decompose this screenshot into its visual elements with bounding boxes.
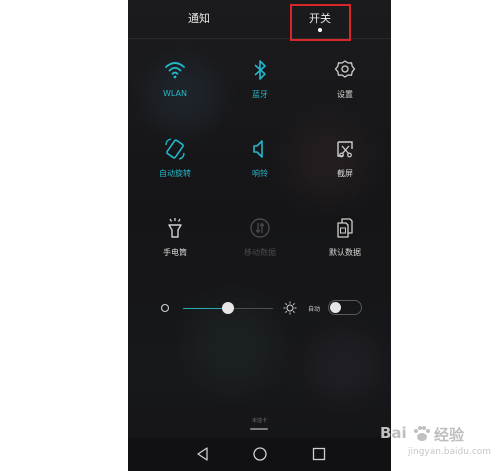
background-blur [308, 330, 378, 400]
toggle-label: 蓝牙 [252, 90, 268, 99]
mobile-data-icon [250, 218, 270, 238]
toggle-label: 手电筒 [163, 248, 187, 257]
rotate-icon [165, 138, 185, 160]
toggle-ringer[interactable]: 响铃 [220, 137, 300, 201]
auto-brightness-label: 自动 [308, 306, 321, 313]
toggle-default-data[interactable]: 默认数据 [305, 216, 385, 280]
toggle-bluetooth[interactable]: 蓝牙 [220, 58, 300, 122]
toggle-label: 设置 [337, 90, 353, 99]
watermark-subtitle: 经验 [434, 426, 465, 444]
watermark-url: jingyan.baidu.com [408, 447, 492, 457]
toggle-screenshot[interactable]: 截屏 [305, 137, 385, 201]
back-icon[interactable] [195, 446, 211, 462]
watermark-logo-text: Bai [380, 424, 407, 442]
tab-notifications[interactable]: 通知 [169, 10, 229, 26]
paw-icon [414, 426, 430, 441]
gear-icon [334, 60, 356, 78]
brightness-high-icon [283, 301, 297, 315]
toggle-settings[interactable]: 设置 [305, 58, 385, 122]
flashlight-icon [168, 218, 182, 238]
toggle-label: 响铃 [252, 169, 268, 178]
toggle-label: 截屏 [337, 169, 353, 178]
brightness-slider-thumb[interactable] [222, 302, 234, 314]
auto-brightness-toggle[interactable] [328, 300, 362, 315]
toggle-label: WLAN [162, 89, 187, 98]
brightness-row: 自动 [128, 296, 391, 322]
phone-screen: 通知 开关 WLAN 蓝牙 设置 自动旋转 响铃 截屏 手电筒 移动数据 默认数… [128, 0, 391, 471]
recent-apps-icon[interactable] [311, 446, 327, 462]
toggle-mobile-data[interactable]: 移动数据 [220, 216, 300, 280]
screenshot-icon [337, 141, 353, 158]
toggle-flashlight[interactable]: 手电筒 [135, 216, 215, 280]
bluetooth-icon [254, 60, 266, 80]
baidu-watermark: Bai 经验 jingyan.baidu.com [372, 420, 500, 471]
quick-settings-tabbar: 通知 开关 [128, 0, 391, 41]
toggle-label: 默认数据 [329, 248, 361, 257]
brightness-low-icon [160, 303, 170, 313]
home-icon[interactable] [252, 446, 268, 462]
brightness-track-empty [228, 308, 273, 309]
wifi-icon [165, 62, 185, 79]
navigation-bar [128, 437, 391, 471]
sim-icon [337, 218, 353, 238]
speaker-icon [253, 140, 263, 158]
drag-handle[interactable] [250, 428, 268, 430]
toggle-wlan[interactable]: WLAN [135, 58, 215, 122]
annotation-highlight-box [290, 4, 351, 41]
sim-status-text: 未插卡 [251, 418, 267, 424]
toggle-label: 自动旋转 [159, 169, 191, 178]
toggle-label: 移动数据 [244, 248, 276, 257]
toggle-auto-rotate[interactable]: 自动旋转 [135, 137, 215, 201]
toggle-knob [330, 302, 341, 313]
